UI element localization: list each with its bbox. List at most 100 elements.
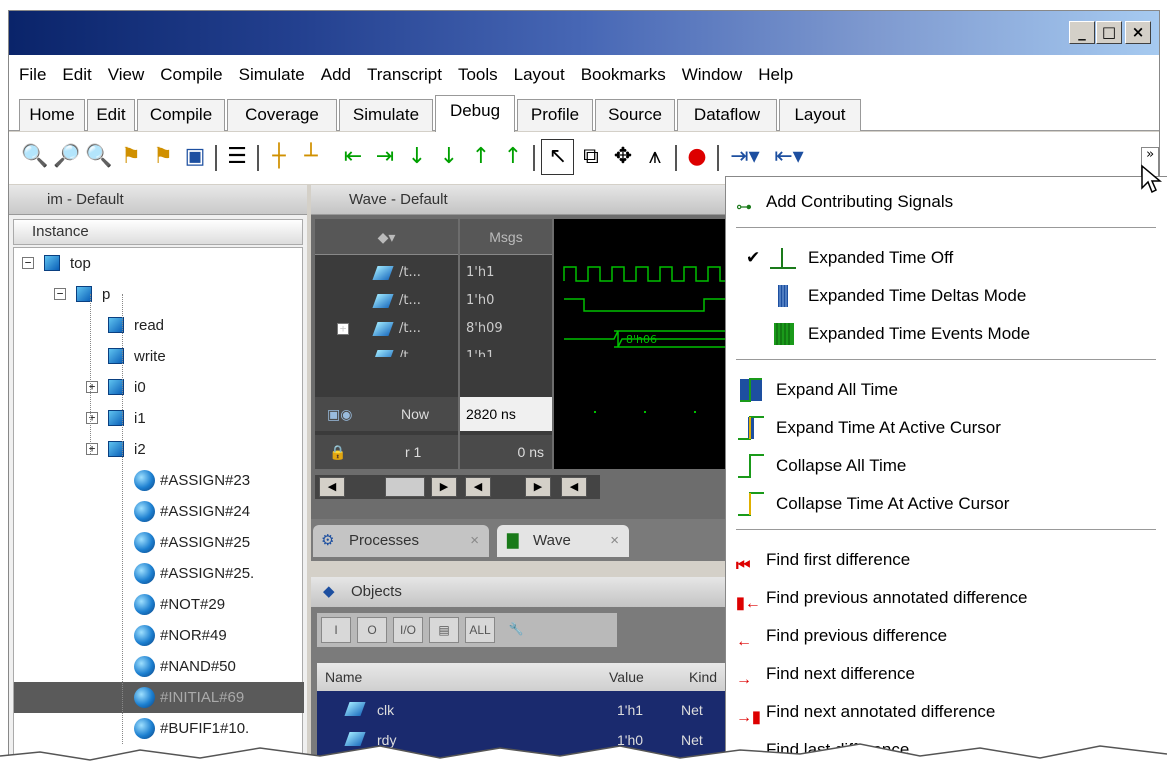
- name-column-header[interactable]: Name: [325, 663, 362, 691]
- tree-row[interactable]: + i1: [14, 403, 304, 434]
- find-previous-falling-icon[interactable]: ↓: [403, 142, 431, 172]
- signal-list-header[interactable]: ◆▾: [315, 219, 458, 255]
- scroll-right-button[interactable]: ▶: [525, 477, 551, 497]
- tree-row[interactable]: read: [14, 310, 304, 341]
- zoom-active-cursor-icon[interactable]: ⚑: [149, 142, 177, 172]
- tab-home[interactable]: Home: [19, 99, 85, 131]
- scroll-left-button[interactable]: ◀: [319, 477, 345, 497]
- kind-column-header[interactable]: Kind: [689, 663, 717, 691]
- menu-help[interactable]: Help: [750, 65, 801, 85]
- filter-input-button[interactable]: I: [321, 617, 351, 643]
- zoom-out-icon[interactable]: 🔎: [53, 142, 81, 172]
- find-next-edge-icon[interactable]: ⇥: [371, 142, 399, 172]
- tree-row[interactable]: #BUFIF1#10.: [14, 713, 304, 744]
- tree-row[interactable]: #NAND#50: [14, 651, 304, 682]
- expand-icon[interactable]: +: [86, 381, 98, 393]
- close-tab-icon[interactable]: ×: [610, 525, 619, 557]
- tree-row[interactable]: − top: [14, 248, 304, 279]
- close-button[interactable]: ×: [1125, 21, 1151, 44]
- menu-collapse-all-time[interactable]: Collapse All Time: [726, 447, 1167, 485]
- menu-collapse-time-active-cursor[interactable]: Collapse Time At Active Cursor: [726, 485, 1167, 523]
- expand-icon[interactable]: +: [337, 323, 349, 335]
- instance-column-header[interactable]: Instance: [13, 219, 303, 245]
- menu-file[interactable]: File: [11, 65, 54, 85]
- tab-simulate[interactable]: Simulate: [339, 99, 433, 131]
- expand-icon[interactable]: +: [86, 443, 98, 455]
- remove-wave-icon[interactable]: ⇤▾: [769, 142, 809, 172]
- tab-profile[interactable]: Profile: [517, 99, 593, 131]
- text-view-icon[interactable]: ☰: [223, 142, 251, 172]
- menu-add[interactable]: Add: [313, 65, 359, 85]
- traffic-light-icon[interactable]: ●: [683, 142, 711, 172]
- tab-layout[interactable]: Layout: [779, 99, 861, 131]
- zoom-cursor-icon[interactable]: ⚑: [117, 142, 145, 172]
- menu-compile[interactable]: Compile: [152, 65, 230, 85]
- scroll-right-button[interactable]: ▶: [431, 477, 457, 497]
- menu-edit[interactable]: Edit: [54, 65, 99, 85]
- add-wave-icon[interactable]: ⇥▾: [725, 142, 765, 172]
- tab-wave[interactable]: ▇ Wave ×: [497, 525, 629, 557]
- object-row[interactable]: clk 1'h1 Net: [317, 695, 739, 725]
- tab-source[interactable]: Source: [595, 99, 675, 131]
- menu-find-next-difference[interactable]: → Find next difference: [726, 655, 1167, 693]
- find-previous-rising-icon[interactable]: ↑: [467, 142, 495, 172]
- tree-row[interactable]: #ASSIGN#23: [14, 465, 304, 496]
- maximize-button[interactable]: □: [1096, 21, 1122, 44]
- wave-signal-row[interactable]: /t...: [315, 287, 458, 315]
- expand-icon[interactable]: +: [86, 412, 98, 424]
- menu-find-previous-annotated-difference[interactable]: ▮← Find previous annotated difference: [726, 579, 1167, 617]
- find-next-falling-icon[interactable]: ↓: [435, 142, 463, 172]
- tree-row[interactable]: #NOR#49: [14, 620, 304, 651]
- wave-horizontal-scrollbars[interactable]: ◀ ▶ ◀ ▶ ◀: [315, 475, 600, 499]
- tree-row[interactable]: #NOT#29: [14, 589, 304, 620]
- tab-coverage[interactable]: Coverage: [227, 99, 337, 131]
- zoom-in-icon[interactable]: 🔍: [21, 142, 49, 172]
- filter-output-button[interactable]: O: [357, 617, 387, 643]
- collapse-icon[interactable]: −: [54, 288, 66, 300]
- filter-internal-button[interactable]: ▤: [429, 617, 459, 643]
- tab-debug[interactable]: Debug: [435, 95, 515, 132]
- wave-signal-row[interactable]: /t...: [315, 343, 458, 357]
- filter-all-button[interactable]: ALL: [465, 617, 495, 643]
- lock-icon[interactable]: 🔒: [329, 435, 346, 469]
- close-tab-icon[interactable]: ×: [470, 525, 479, 557]
- filter-wrench-icon[interactable]: 🔧: [501, 617, 531, 643]
- scroll-left-button[interactable]: ◀: [561, 477, 587, 497]
- zoom-full-icon[interactable]: 🔍: [85, 142, 113, 172]
- tab-edit[interactable]: Edit: [87, 99, 135, 131]
- menu-simulate[interactable]: Simulate: [231, 65, 313, 85]
- zoom-mode-icon[interactable]: ⧉: [577, 142, 605, 172]
- tab-compile[interactable]: Compile: [137, 99, 225, 131]
- waveform-canvas[interactable]: 8'h06: [554, 219, 739, 469]
- tree-row-selected[interactable]: #INITIAL#69: [14, 682, 304, 713]
- menu-bookmarks[interactable]: Bookmarks: [573, 65, 674, 85]
- pan-mode-icon[interactable]: ✥: [609, 142, 637, 172]
- menu-find-first-difference[interactable]: ⏮ Find first difference: [726, 541, 1167, 579]
- menu-find-next-annotated-difference[interactable]: →▮ Find next annotated difference: [726, 693, 1167, 731]
- find-previous-edge-icon[interactable]: ⇤: [339, 142, 367, 172]
- menu-view[interactable]: View: [100, 65, 153, 85]
- scroll-left-button[interactable]: ◀: [465, 477, 491, 497]
- tree-row[interactable]: #ASSIGN#25.: [14, 558, 304, 589]
- zoom-region-icon[interactable]: ▣: [181, 142, 209, 172]
- insert-cursor-icon[interactable]: ┼: [265, 142, 293, 172]
- scroll-thumb[interactable]: [385, 477, 425, 497]
- tree-row[interactable]: write: [14, 341, 304, 372]
- tree-row[interactable]: #ASSIGN#25: [14, 527, 304, 558]
- menu-window[interactable]: Window: [674, 65, 750, 85]
- delete-cursor-icon[interactable]: ┴: [297, 142, 325, 172]
- tab-dataflow[interactable]: Dataflow: [677, 99, 777, 131]
- tree-row[interactable]: − p: [14, 279, 304, 310]
- menu-add-contributing-signals[interactable]: ⊶ Add Contributing Signals: [726, 183, 1167, 221]
- tree-row[interactable]: + i2: [14, 434, 304, 465]
- tree-row[interactable]: + i0: [14, 372, 304, 403]
- menu-layout[interactable]: Layout: [506, 65, 573, 85]
- wave-signal-row[interactable]: + /t...: [315, 315, 458, 343]
- wave-signal-row[interactable]: /t...: [315, 259, 458, 287]
- find-next-rising-icon[interactable]: ↑: [499, 142, 527, 172]
- menu-transcript[interactable]: Transcript: [359, 65, 450, 85]
- minimize-button[interactable]: _: [1069, 21, 1095, 44]
- edit-mode-icon[interactable]: ⩚: [641, 142, 669, 172]
- menu-expand-time-active-cursor[interactable]: Expand Time At Active Cursor: [726, 409, 1167, 447]
- menu-expanded-time-off[interactable]: ✔ Expanded Time Off: [726, 239, 1167, 277]
